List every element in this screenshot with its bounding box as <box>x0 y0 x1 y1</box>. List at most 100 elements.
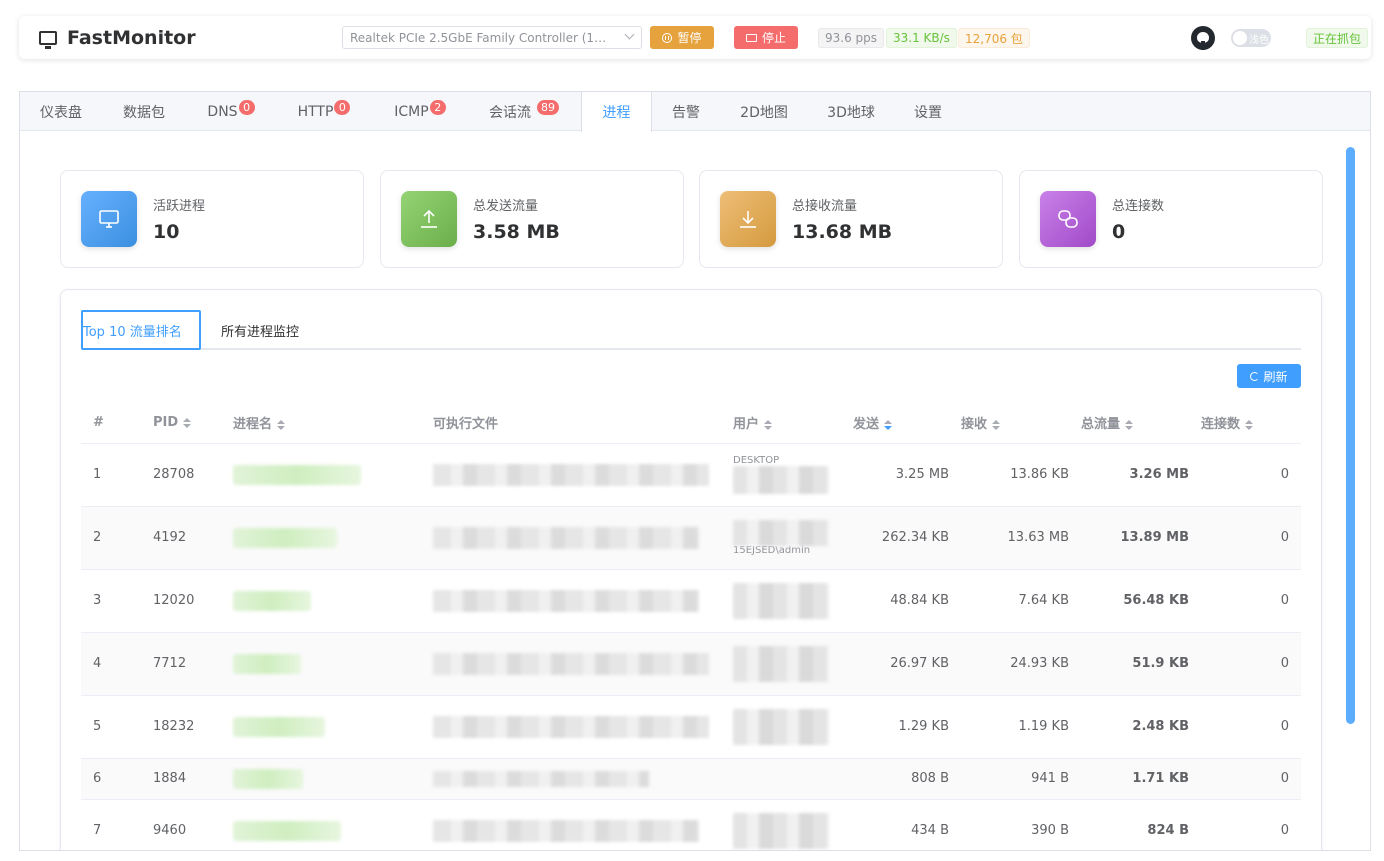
column-header-label: 连接数 <box>1201 417 1241 433</box>
row-user <box>733 695 853 759</box>
row-executable <box>433 506 733 570</box>
table-row[interactable]: 3 12020 48.84 KB 7.64 KB 56.48 KB 0 <box>81 569 1301 633</box>
row-connections: 0 <box>1201 569 1301 633</box>
row-executable <box>433 758 733 800</box>
redacted-text <box>433 819 699 842</box>
column-header-label: 用户 <box>733 417 760 433</box>
column-header-name[interactable]: 进程名 <box>233 403 433 444</box>
stop-button[interactable]: 停止 <box>734 26 798 49</box>
tab-label: 2D地图 <box>740 104 788 121</box>
row-executable <box>433 569 733 633</box>
github-icon[interactable] <box>1191 26 1215 50</box>
subtab-top10[interactable]: Top 10 流量排名 <box>81 310 201 350</box>
row-total: 1.71 KB <box>1081 758 1201 800</box>
tab-http[interactable]: HTTP 0 <box>276 92 372 131</box>
refresh-button[interactable]: 刷新 <box>1237 364 1301 388</box>
sort-icon[interactable] <box>277 419 286 430</box>
tab-alerts[interactable]: 告警 <box>652 92 720 131</box>
theme-toggle[interactable]: 浅色 <box>1231 29 1271 47</box>
redacted-text <box>733 582 829 619</box>
row-connections: 0 <box>1201 443 1301 507</box>
sort-icon[interactable] <box>1245 419 1254 430</box>
subtab-label: 所有进程监控 <box>221 324 300 340</box>
tab-process[interactable]: 进程 <box>581 92 652 132</box>
tab-dashboard[interactable]: 仪表盘 <box>20 92 102 131</box>
redacted-text <box>233 590 311 611</box>
tab-3d-globe[interactable]: 3D地球 <box>808 92 894 131</box>
table-row[interactable]: 5 18232 1.29 KB 1.19 KB 2.48 KB 0 <box>81 695 1301 759</box>
sort-icon[interactable] <box>884 419 893 430</box>
pps-tag: 93.6 pps <box>818 28 885 48</box>
redacted-text <box>233 820 341 841</box>
theme-toggle-label: 浅色 <box>1249 35 1269 46</box>
row-total: 13.89 MB <box>1081 506 1201 570</box>
row-index: 2 <box>81 506 153 570</box>
stat-value: 13.68 MB <box>792 221 893 243</box>
tab-icmp[interactable]: ICMP 2 <box>372 92 468 131</box>
stat-label: 总接收流量 <box>792 199 858 214</box>
redacted-text <box>233 464 361 485</box>
row-executable <box>433 443 733 507</box>
table-row[interactable]: 6 1884 808 B 941 B 1.71 KB 0 <box>81 758 1301 800</box>
column-header-pid[interactable]: PID <box>153 403 233 444</box>
interface-select[interactable]: Realtek PCIe 2.5GbE Family Controller (1… <box>342 26 642 49</box>
stat-card-total-received: 总接收流量 13.68 MB <box>699 170 1003 268</box>
row-index: 1 <box>81 443 153 507</box>
sort-icon[interactable] <box>1125 419 1134 430</box>
app-header: FastMonitor Realtek PCIe 2.5GbE Family C… <box>19 16 1371 59</box>
redacted-text <box>233 768 303 789</box>
column-header-send[interactable]: 发送 <box>853 403 961 444</box>
row-total: 2.48 KB <box>1081 695 1201 759</box>
pause-button[interactable]: 暂停 <box>650 26 714 49</box>
row-pid: 12020 <box>153 569 233 633</box>
stat-card-total-connections: 总连接数 0 <box>1019 170 1323 268</box>
upload-icon <box>401 191 457 247</box>
redacted-text <box>433 770 649 787</box>
column-header-connections[interactable]: 连接数 <box>1201 403 1301 444</box>
vertical-scrollbar[interactable] <box>1346 147 1355 724</box>
row-user <box>733 799 853 850</box>
column-header-label: PID <box>153 415 179 431</box>
tab-packets[interactable]: 数据包 <box>102 92 186 131</box>
user-hint: 15EJSED\admin <box>733 544 811 556</box>
tab-2d-map[interactable]: 2D地图 <box>720 92 808 131</box>
row-total: 3.26 MB <box>1081 443 1201 507</box>
column-header-total[interactable]: 总流量 <box>1081 403 1201 444</box>
stat-card-active-processes: 活跃进程 10 <box>60 170 364 268</box>
column-header: # <box>81 403 153 444</box>
column-header-label: 接收 <box>961 417 988 433</box>
tab-label: 仪表盘 <box>40 104 82 121</box>
sort-icon[interactable] <box>764 419 773 430</box>
tab-label: DNS <box>207 103 238 120</box>
app-title: FastMonitor <box>67 27 196 49</box>
sort-icon[interactable] <box>992 419 1001 430</box>
table-row[interactable]: 1 28708 DESKTOP 3.25 MB 13.86 KB 3.26 MB… <box>81 443 1301 507</box>
row-connections: 0 <box>1201 695 1301 759</box>
column-header-label: 进程名 <box>233 417 273 433</box>
tab-label: 数据包 <box>123 104 165 121</box>
row-recv: 7.64 KB <box>961 569 1081 633</box>
main-panel: 仪表盘 数据包 DNS 0 HTTP 0 ICMP 2 会话流 89 进程 告警 2D地… <box>19 91 1371 851</box>
table-row[interactable]: 4 7712 26.97 KB 24.93 KB 51.9 KB 0 <box>81 632 1301 696</box>
row-pid: 28708 <box>153 443 233 507</box>
subtab-label: Top 10 流量排名 <box>83 324 182 340</box>
tab-sessions[interactable]: 会话流 89 <box>468 92 580 131</box>
column-header-recv[interactable]: 接收 <box>961 403 1081 444</box>
tab-dns[interactable]: DNS 0 <box>186 92 276 131</box>
sort-icon[interactable] <box>183 417 192 428</box>
table-row[interactable]: 7 9460 434 B 390 B 824 B 0 <box>81 799 1301 850</box>
column-header-user[interactable]: 用户 <box>733 403 853 444</box>
tab-settings[interactable]: 设置 <box>894 92 962 131</box>
user-hint: DESKTOP <box>733 454 780 466</box>
row-send: 48.84 KB <box>853 569 961 633</box>
video-camera-icon <box>745 33 757 42</box>
packet-count-tag: 12,706 包 <box>958 28 1030 48</box>
table-row[interactable]: 2 4192 15EJSED\admin 262.34 KB 13.63 MB … <box>81 506 1301 570</box>
subtab-all-processes[interactable]: 所有进程监控 <box>221 310 299 350</box>
row-recv: 941 B <box>961 758 1081 800</box>
row-connections: 0 <box>1201 506 1301 570</box>
row-pid: 7712 <box>153 632 233 696</box>
redacted-text <box>733 708 829 745</box>
row-executable <box>433 632 733 696</box>
row-send: 808 B <box>853 758 961 800</box>
